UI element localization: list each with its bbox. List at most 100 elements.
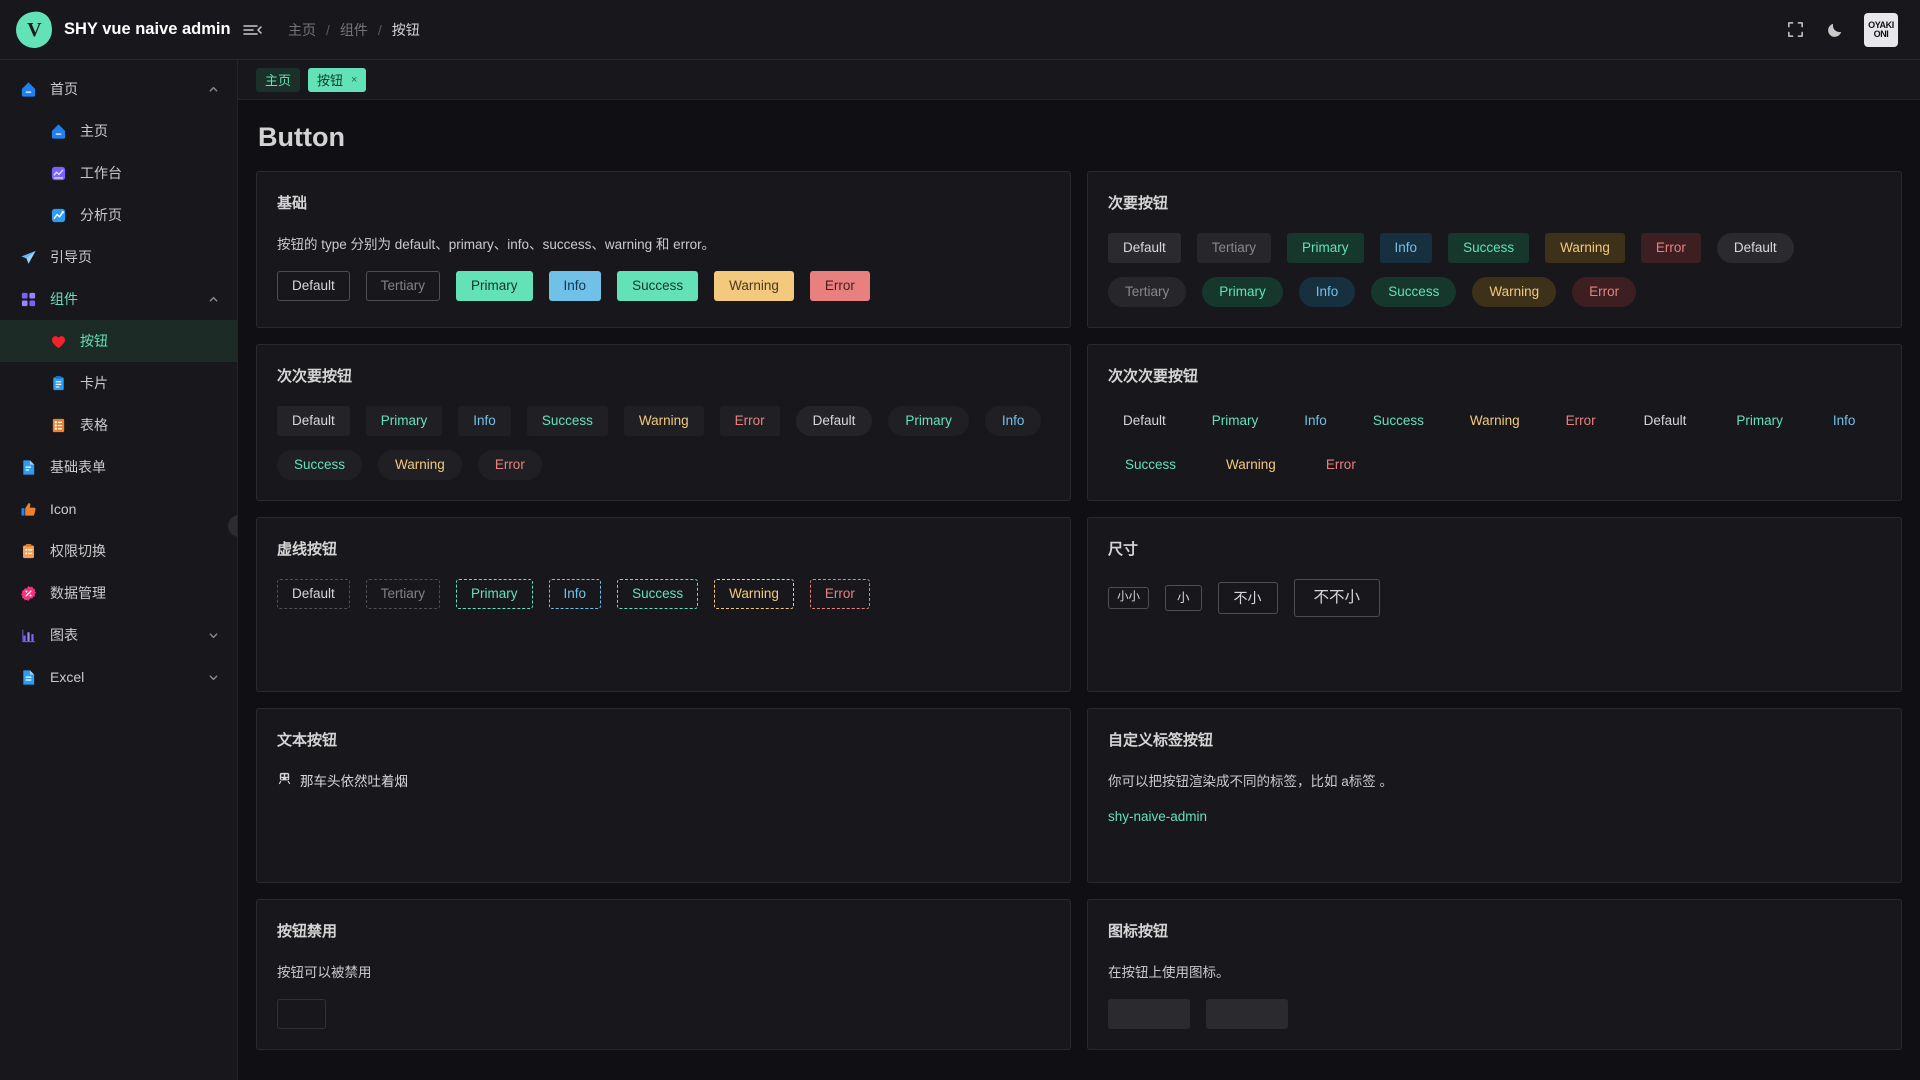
close-icon[interactable]: × [351, 74, 357, 86]
button-success[interactable]: Success [527, 406, 608, 436]
avatar[interactable]: OYAKI ONI [1864, 13, 1898, 47]
button-success[interactable]: Success [277, 450, 362, 480]
button-info[interactable]: Info [1289, 406, 1342, 436]
button-info[interactable]: Info [549, 271, 602, 301]
moon-icon[interactable] [1824, 19, 1846, 41]
app-header: V SHY vue naive admin 主页 / 组件 / 按钮 OYAKI… [0, 0, 1920, 60]
button-success[interactable]: Success [1108, 450, 1193, 480]
sidebar-item-8[interactable]: 表格 [0, 404, 237, 446]
button-default[interactable]: Default [277, 406, 350, 436]
button-warning[interactable]: Warning [378, 450, 462, 480]
button-error[interactable]: Error [810, 579, 870, 609]
button-warning[interactable]: Warning [714, 579, 794, 609]
button-info[interactable]: Info [549, 579, 602, 609]
button-primary[interactable]: Primary [366, 406, 443, 436]
sidebar-item-0[interactable]: 首页 [0, 68, 237, 110]
button-warning[interactable]: Warning [714, 271, 794, 301]
button-success[interactable]: Success [617, 579, 698, 609]
sidebar-item-10[interactable]: Icon [0, 488, 237, 530]
button-primary[interactable]: Primary [888, 406, 969, 436]
sidebar-item-1[interactable]: 主页 [0, 110, 237, 152]
sidebar-item-2[interactable]: 工作台 [0, 152, 237, 194]
size-button[interactable]: 小 [1165, 585, 1202, 611]
sidebar-item-label: 分析页 [80, 205, 219, 225]
button-default[interactable]: Default [277, 579, 350, 609]
button-default[interactable]: Default [1108, 406, 1181, 436]
sidebar-item-5[interactable]: 组件 [0, 278, 237, 320]
button-warning[interactable]: Warning [1455, 406, 1535, 436]
sidebar-item-9[interactable]: 基础表单 [0, 446, 237, 488]
button-tertiary[interactable]: Tertiary [1197, 233, 1271, 263]
sidebar-item-13[interactable]: 图表 [0, 614, 237, 656]
chevron-down-icon[interactable] [208, 672, 219, 683]
card-tertiary: 次次要按钮 DefaultPrimaryInfoSuccessWarningEr… [256, 344, 1071, 501]
sidebar-item-label: 工作台 [80, 163, 219, 183]
button-primary[interactable]: Primary [456, 271, 533, 301]
custom-tag-link[interactable]: shy-naive-admin [1108, 809, 1207, 824]
cards-grid: 基础 按钮的 type 分别为 default、primary、info、suc… [256, 171, 1902, 1050]
button-primary[interactable]: Primary [456, 579, 533, 609]
button-info[interactable]: Info [458, 406, 511, 436]
button-default[interactable]: Default [796, 406, 873, 436]
button-info[interactable]: Info [985, 406, 1042, 436]
button-tertiary[interactable]: Tertiary [1108, 277, 1186, 307]
button-error[interactable]: Error [1641, 233, 1701, 263]
button-primary[interactable]: Primary [1202, 277, 1283, 307]
button-error[interactable]: Error [1309, 450, 1373, 480]
sidebar-item-label: 组件 [50, 289, 196, 309]
button-default[interactable]: Default [277, 271, 350, 301]
header-actions: OYAKI ONI [1784, 13, 1898, 47]
breadcrumb-item-1[interactable]: 组件 [340, 20, 368, 40]
icon-button-1[interactable] [1108, 999, 1190, 1029]
sidebar-item-11[interactable]: 权限切换 [0, 530, 237, 572]
button-warning[interactable]: Warning [1545, 233, 1625, 263]
sidebar-item-4[interactable]: 引导页 [0, 236, 237, 278]
button-success[interactable]: Success [1371, 277, 1456, 307]
button-tertiary[interactable]: Tertiary [366, 271, 440, 301]
icon-button-2[interactable] [1206, 999, 1288, 1029]
button-info[interactable]: Info [1299, 277, 1356, 307]
breadcrumb-separator: / [326, 22, 330, 38]
button-primary[interactable]: Primary [1197, 406, 1274, 436]
button-default[interactable]: Default [1627, 406, 1704, 436]
text-button[interactable]: 那车头依然吐着烟 [277, 770, 408, 790]
sidebar-item-3[interactable]: 分析页 [0, 194, 237, 236]
button-error[interactable]: Error [478, 450, 542, 480]
button-tertiary[interactable]: Tertiary [366, 579, 440, 609]
sidebar-item-14[interactable]: Excel [0, 656, 237, 698]
brand[interactable]: V SHY vue naive admin [0, 12, 238, 48]
button-error[interactable]: Error [810, 271, 870, 301]
button-primary[interactable]: Primary [1719, 406, 1800, 436]
button-error[interactable]: Error [720, 406, 780, 436]
tab-button[interactable]: 按钮 × [308, 68, 366, 92]
button-warning[interactable]: Warning [1472, 277, 1556, 307]
chevron-up-icon[interactable] [208, 84, 219, 95]
sidebar-item-6[interactable]: 按钮 [0, 320, 237, 362]
sidebar-menu: 首页主页工作台分析页引导页组件按钮卡片表格基础表单Icon权限切换数据管理图表E… [0, 68, 237, 698]
button-warning[interactable]: Warning [624, 406, 704, 436]
button-warning[interactable]: Warning [1209, 450, 1293, 480]
button-primary[interactable]: Primary [1287, 233, 1364, 263]
button-success[interactable]: Success [1358, 406, 1439, 436]
sidebar-item-7[interactable]: 卡片 [0, 362, 237, 404]
breadcrumb-item-0[interactable]: 主页 [288, 20, 316, 40]
card-icon [48, 373, 68, 393]
fullscreen-icon[interactable] [1784, 19, 1806, 41]
size-button[interactable]: 不小 [1218, 582, 1278, 614]
button-error[interactable]: Error [1572, 277, 1636, 307]
button-default[interactable]: Default [1108, 233, 1181, 263]
button-error[interactable]: Error [1551, 406, 1611, 436]
chevron-down-icon[interactable] [208, 630, 219, 641]
chevron-up-icon[interactable] [208, 294, 219, 305]
sidebar-item-12[interactable]: 数据管理 [0, 572, 237, 614]
size-button[interactable]: 不不小 [1294, 579, 1381, 617]
size-button[interactable]: 小小 [1108, 587, 1149, 609]
breadcrumb-item-2[interactable]: 按钮 [392, 20, 420, 40]
button-success[interactable]: Success [1448, 233, 1529, 263]
button-info[interactable]: Info [1380, 233, 1433, 263]
button-default[interactable]: Default [1717, 233, 1794, 263]
menu-fold-icon[interactable] [242, 20, 262, 40]
button-info[interactable]: Info [1816, 406, 1873, 436]
button-success[interactable]: Success [617, 271, 698, 301]
tab-home[interactable]: 主页 [256, 68, 300, 92]
